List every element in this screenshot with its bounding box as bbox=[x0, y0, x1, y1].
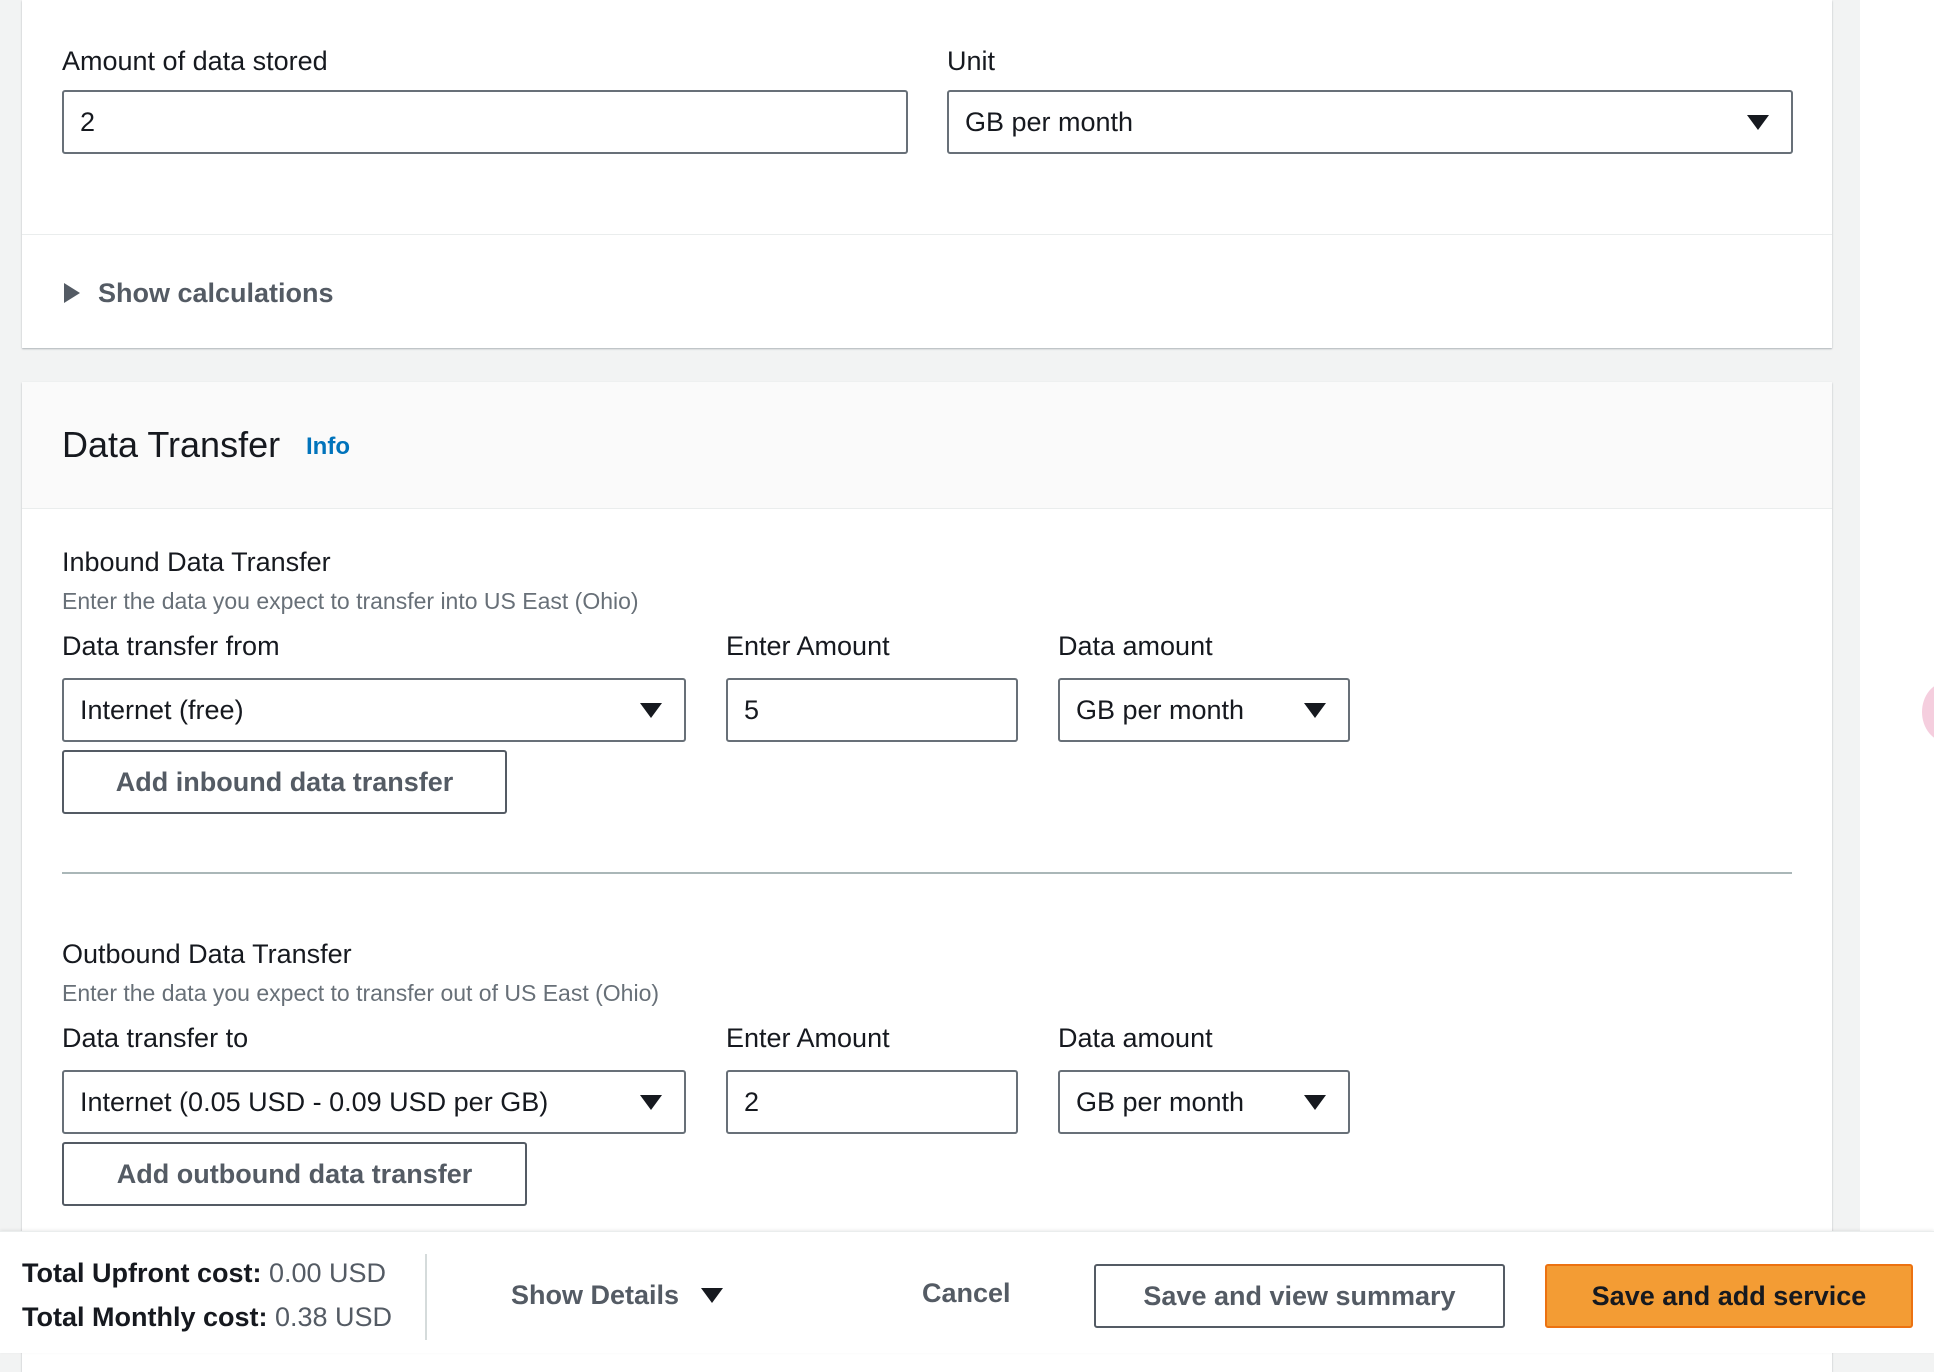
caret-down-icon bbox=[1304, 1095, 1326, 1110]
inbound-from-label: Data transfer from bbox=[62, 631, 280, 661]
save-and-view-summary-button[interactable]: Save and view summary bbox=[1094, 1264, 1505, 1328]
inbound-amount-label: Enter Amount bbox=[726, 631, 890, 661]
inbound-amount-input[interactable]: 5 bbox=[726, 678, 1018, 742]
caret-down-icon bbox=[1747, 115, 1769, 130]
cancel-button[interactable]: Cancel bbox=[922, 1278, 1011, 1309]
show-calculations-label: Show calculations bbox=[98, 277, 334, 308]
outbound-amount-input[interactable]: 2 bbox=[726, 1070, 1018, 1134]
cost-footer: Total Upfront cost: 0.00 USD Total Month… bbox=[0, 1231, 1934, 1353]
monthly-cost-label: Total Monthly cost: bbox=[22, 1302, 268, 1332]
amount-stored-label: Amount of data stored bbox=[62, 46, 328, 76]
outbound-description: Enter the data you expect to transfer ou… bbox=[62, 980, 660, 1006]
outbound-amount-label: Enter Amount bbox=[726, 1023, 890, 1053]
caret-down-icon bbox=[1304, 703, 1326, 718]
unit-select-value: GB per month bbox=[965, 107, 1134, 137]
inbound-from-select[interactable]: Internet (free) bbox=[62, 678, 686, 742]
inbound-amount-value: 5 bbox=[744, 695, 760, 725]
outbound-heading: Outbound Data Transfer bbox=[62, 939, 352, 969]
data-transfer-header: Data Transfer Info bbox=[22, 382, 1832, 509]
info-link[interactable]: Info bbox=[306, 432, 350, 462]
outbound-to-value: Internet (0.05 USD - 0.09 USD per GB) bbox=[80, 1087, 549, 1117]
caret-down-icon bbox=[640, 1095, 662, 1110]
storage-panel: Amount of data stored 2 Unit GB per mont… bbox=[22, 0, 1832, 348]
show-details-label: Show Details bbox=[511, 1279, 680, 1310]
unit-label: Unit bbox=[947, 46, 996, 76]
add-outbound-transfer-button[interactable]: Add outbound data transfer bbox=[62, 1142, 527, 1206]
caret-down-icon bbox=[701, 1287, 724, 1303]
right-rail bbox=[1860, 0, 1934, 1352]
panel-divider bbox=[22, 234, 1832, 235]
section-title: Data Transfer bbox=[62, 424, 281, 465]
inbound-from-value: Internet (free) bbox=[80, 695, 244, 725]
caret-right-icon bbox=[64, 283, 80, 303]
outbound-unit-label: Data amount bbox=[1058, 1023, 1213, 1053]
amount-stored-input[interactable]: 2 bbox=[62, 90, 908, 154]
footer-divider bbox=[425, 1254, 427, 1340]
outbound-unit-select[interactable]: GB per month bbox=[1058, 1070, 1350, 1134]
inbound-unit-value: GB per month bbox=[1076, 695, 1245, 725]
outbound-unit-value: GB per month bbox=[1076, 1087, 1245, 1117]
amount-stored-value: 2 bbox=[80, 107, 96, 137]
outbound-to-label: Data transfer to bbox=[62, 1023, 249, 1053]
show-details-toggle[interactable]: Show Details bbox=[511, 1278, 724, 1312]
inbound-description: Enter the data you expect to transfer in… bbox=[62, 588, 639, 614]
caret-down-icon bbox=[640, 703, 662, 718]
monthly-cost: Total Monthly cost: 0.38 USD bbox=[22, 1300, 392, 1334]
upfront-cost-value: 0.00 USD bbox=[268, 1258, 387, 1288]
outbound-amount-value: 2 bbox=[744, 1087, 760, 1117]
section-divider bbox=[62, 872, 1792, 874]
upfront-cost-label: Total Upfront cost: bbox=[22, 1258, 262, 1288]
unit-select[interactable]: GB per month bbox=[947, 90, 1793, 154]
upfront-cost: Total Upfront cost: 0.00 USD bbox=[22, 1256, 386, 1290]
monthly-cost-value: 0.38 USD bbox=[275, 1302, 393, 1332]
outbound-to-select[interactable]: Internet (0.05 USD - 0.09 USD per GB) bbox=[62, 1070, 686, 1134]
inbound-unit-select[interactable]: GB per month bbox=[1058, 678, 1350, 742]
save-and-add-service-button[interactable]: Save and add service bbox=[1545, 1264, 1913, 1328]
show-calculations-toggle[interactable]: Show calculations bbox=[64, 276, 334, 310]
data-transfer-panel: Data Transfer Info Inbound Data Transfer… bbox=[22, 382, 1832, 1372]
add-inbound-transfer-button[interactable]: Add inbound data transfer bbox=[62, 750, 507, 814]
inbound-unit-label: Data amount bbox=[1058, 631, 1213, 661]
inbound-heading: Inbound Data Transfer bbox=[62, 547, 331, 577]
